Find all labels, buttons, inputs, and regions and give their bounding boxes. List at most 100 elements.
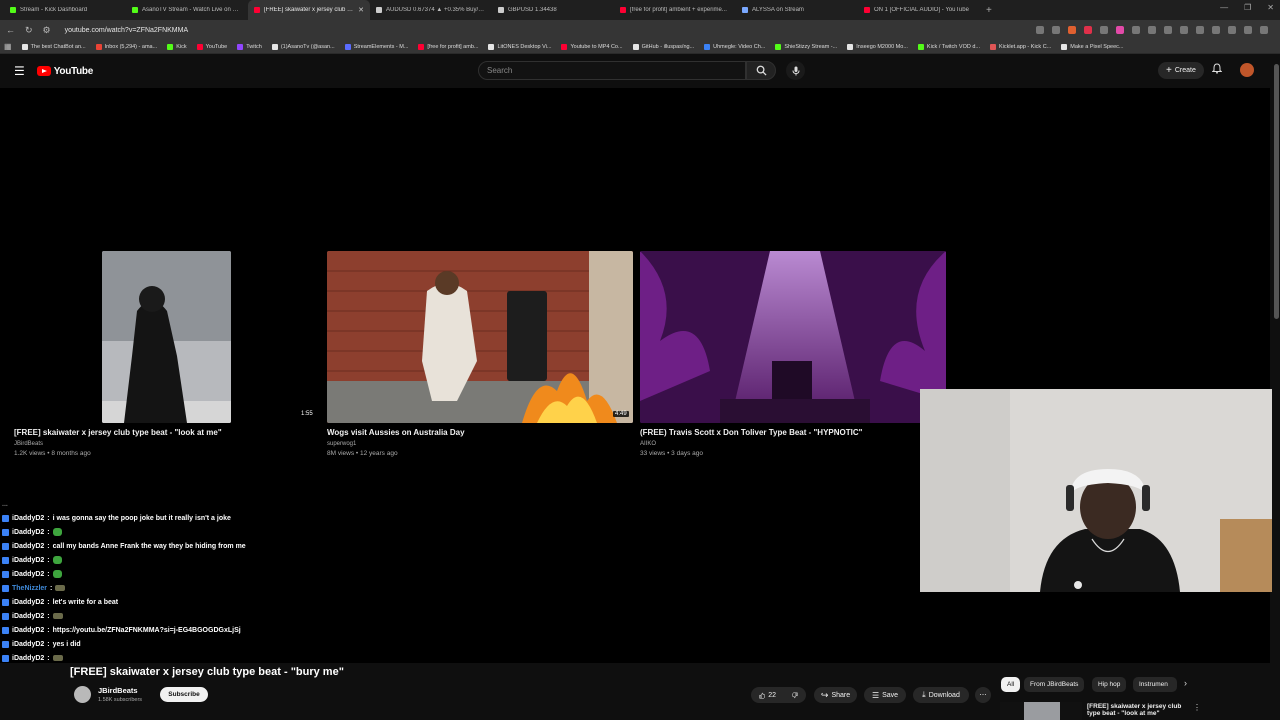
extension-icon[interactable] <box>1116 26 1124 34</box>
site-info-icon[interactable]: ⚙ <box>43 25 51 36</box>
browser-tab[interactable]: Stream - Kick Dashboard <box>4 0 126 20</box>
endscreen-card[interactable]: (FREE) Travis Scott x Don Toliver Type B… <box>640 251 946 461</box>
channel-avatar[interactable] <box>74 686 91 703</box>
browser-tab[interactable]: GBPUSD 1.34438 <box>492 0 614 20</box>
like-button[interactable]: 22 <box>751 687 784 703</box>
extension-icon[interactable] <box>1132 26 1140 34</box>
endscreen-card[interactable]: 1:55 [FREE] skaiwater x jersey club type… <box>12 251 315 461</box>
chip-from-channel[interactable]: From JBirdBeats <box>1024 677 1085 692</box>
channel-name[interactable]: AIIKO <box>640 441 656 447</box>
bookmark-item[interactable]: LitONES Desktop Vi... <box>488 43 552 50</box>
bookmark-label: Youtube to MP4 Co... <box>570 43 623 50</box>
playlist-add-icon: ☰ <box>871 690 880 700</box>
recommended-title[interactable]: [FREE] skaiwater x jersey club type beat… <box>1087 703 1187 717</box>
extension-icon[interactable] <box>1100 26 1108 34</box>
bookmark-item[interactable]: Youtube to MP4 Co... <box>561 43 623 50</box>
dislike-button[interactable] <box>784 687 806 703</box>
bookmark-item[interactable]: Inbox (5,294) - ama... <box>95 43 157 50</box>
search-button[interactable] <box>746 61 776 80</box>
video-title[interactable]: (FREE) Travis Scott x Don Toliver Type B… <box>640 428 862 437</box>
new-tab-icon[interactable]: + <box>986 5 992 16</box>
extension-icon[interactable] <box>1260 26 1268 34</box>
extension-icon[interactable] <box>1180 26 1188 34</box>
bookmark-item[interactable]: Inseego M2000 Mo... <box>847 43 908 50</box>
tab-close-icon[interactable]: ✕ <box>358 6 364 14</box>
scrollbar-thumb[interactable] <box>1274 64 1279 319</box>
back-icon[interactable]: ← <box>6 25 15 35</box>
url-field[interactable]: youtube.com/watch?v=ZFNa2FNKMMA <box>65 27 1026 34</box>
chip-all[interactable]: All <box>1001 677 1021 692</box>
extension-icon[interactable] <box>1068 26 1076 34</box>
bookmark-label: LitONES Desktop Vi... <box>497 43 552 50</box>
endscreen-card[interactable]: 4:49 Wogs visit Aussies on Australia Day… <box>327 251 633 461</box>
tab-title: AUDUSD 0.67374 ▲ +0.35% Buy/Sell <box>386 7 486 13</box>
voice-search-button[interactable] <box>786 61 805 80</box>
close-window-icon[interactable]: ✕ <box>1267 3 1274 12</box>
download-button[interactable]: ⤓ Download <box>913 687 969 703</box>
account-avatar[interactable] <box>1240 63 1254 77</box>
bookmark-item[interactable]: [free for profit] amb... <box>418 43 478 50</box>
extension-icon[interactable] <box>1036 26 1044 34</box>
extension-icon[interactable] <box>1084 26 1092 34</box>
chat-text: yes i did <box>52 640 81 648</box>
video-title[interactable]: [FREE] skaiwater x jersey club type beat… <box>14 428 222 437</box>
chip-instrumental[interactable]: Instrumen <box>1133 677 1177 692</box>
restore-icon[interactable]: ❐ <box>1244 3 1251 12</box>
bookmark-item[interactable]: Kicklet.app - Kick C... <box>990 43 1051 50</box>
bookmark-item[interactable]: Kick <box>167 43 187 50</box>
create-button[interactable]: + Create <box>1158 62 1204 79</box>
bookmark-item[interactable]: StreamElements - M... <box>344 43 408 50</box>
search-input[interactable]: Search <box>478 61 746 80</box>
video-thumbnail[interactable] <box>102 251 231 423</box>
browser-tab[interactable]: ON 1 [OFFICIAL AUDIO] - YouTube <box>858 0 980 20</box>
subscribe-button[interactable]: Subscribe <box>160 687 208 702</box>
browser-tab[interactable]: AUDUSD 0.67374 ▲ +0.35% Buy/Sell <box>370 0 492 20</box>
bookmark-item[interactable]: (1)AsanoTv (@asan... <box>271 43 335 50</box>
chat-separator: : <box>47 542 50 550</box>
more-actions-button[interactable]: ⋯ <box>975 687 991 703</box>
chip-hip-hop[interactable]: Hip hop <box>1092 677 1127 692</box>
extension-icon[interactable] <box>1164 26 1172 34</box>
channel-name-main[interactable]: JBirdBeats <box>98 686 138 695</box>
video-meta: 1.2K views • 8 months ago <box>14 450 91 457</box>
browser-tab[interactable]: [free for profit] ambient + experime... <box>614 0 736 20</box>
chevron-right-icon[interactable]: › <box>1184 678 1187 688</box>
channel-name[interactable]: JBirdBeats <box>14 441 43 447</box>
extension-icon[interactable] <box>1052 26 1060 34</box>
bookmark-item[interactable]: GitHub - illuspas/ng... <box>632 43 694 50</box>
bookmark-item[interactable]: Kick / Twitch VOD d... <box>917 43 980 50</box>
share-button[interactable]: ↪ Share <box>814 687 857 703</box>
extension-icon[interactable] <box>1196 26 1204 34</box>
channel-name[interactable]: superwog1 <box>327 441 356 447</box>
video-thumbnail[interactable] <box>640 251 946 423</box>
more-vertical-icon[interactable]: ⋮ <box>1193 703 1201 712</box>
minimize-icon[interactable]: — <box>1220 3 1228 12</box>
browser-tab[interactable]: [FREE] skaiwater x jersey club ty... ✕ <box>248 0 370 20</box>
hamburger-menu-icon[interactable]: ☰ <box>14 64 25 78</box>
extension-icon[interactable] <box>1244 26 1252 34</box>
bookmark-item[interactable]: YouTube <box>196 43 227 50</box>
page-scrollbar[interactable] <box>1272 54 1280 720</box>
chat-message: iDaddyD2: i was gonna say the poop joke b… <box>0 511 420 525</box>
reload-icon[interactable]: ↻ <box>25 25 33 36</box>
extension-icon[interactable] <box>1228 26 1236 34</box>
extension-icon[interactable] <box>1148 26 1156 34</box>
apps-grid-icon[interactable]: ▦ <box>4 42 12 51</box>
browser-tab[interactable]: AsanoTV Stream - Watch Live on Kick <box>126 0 248 20</box>
bookmark-item[interactable]: Make a Pixel Speec... <box>1061 43 1123 50</box>
bookmark-item[interactable]: Twitch <box>237 43 262 50</box>
bookmark-item[interactable]: ShieStizzy Stream -... <box>775 43 837 50</box>
bookmark-item[interactable]: The best ChatBot an... <box>21 43 86 50</box>
youtube-logo[interactable]: YouTube <box>36 66 93 77</box>
video-thumbnail[interactable] <box>327 251 633 423</box>
save-button[interactable]: ☰ Save <box>864 687 906 703</box>
bookmark-item[interactable]: Uhmegle: Video Ch... <box>704 43 765 50</box>
search-icon <box>756 65 767 76</box>
recommended-thumbnail[interactable] <box>1000 702 1082 720</box>
browser-tab[interactable]: ALYSSA on Stream <box>736 0 858 20</box>
video-title[interactable]: Wogs visit Aussies on Australia Day <box>327 428 465 437</box>
chat-message: iDaddyD2: <box>0 567 420 581</box>
notifications-bell-icon[interactable] <box>1212 63 1222 74</box>
extension-icon[interactable] <box>1212 26 1220 34</box>
share-icon: ↪ <box>820 689 829 700</box>
